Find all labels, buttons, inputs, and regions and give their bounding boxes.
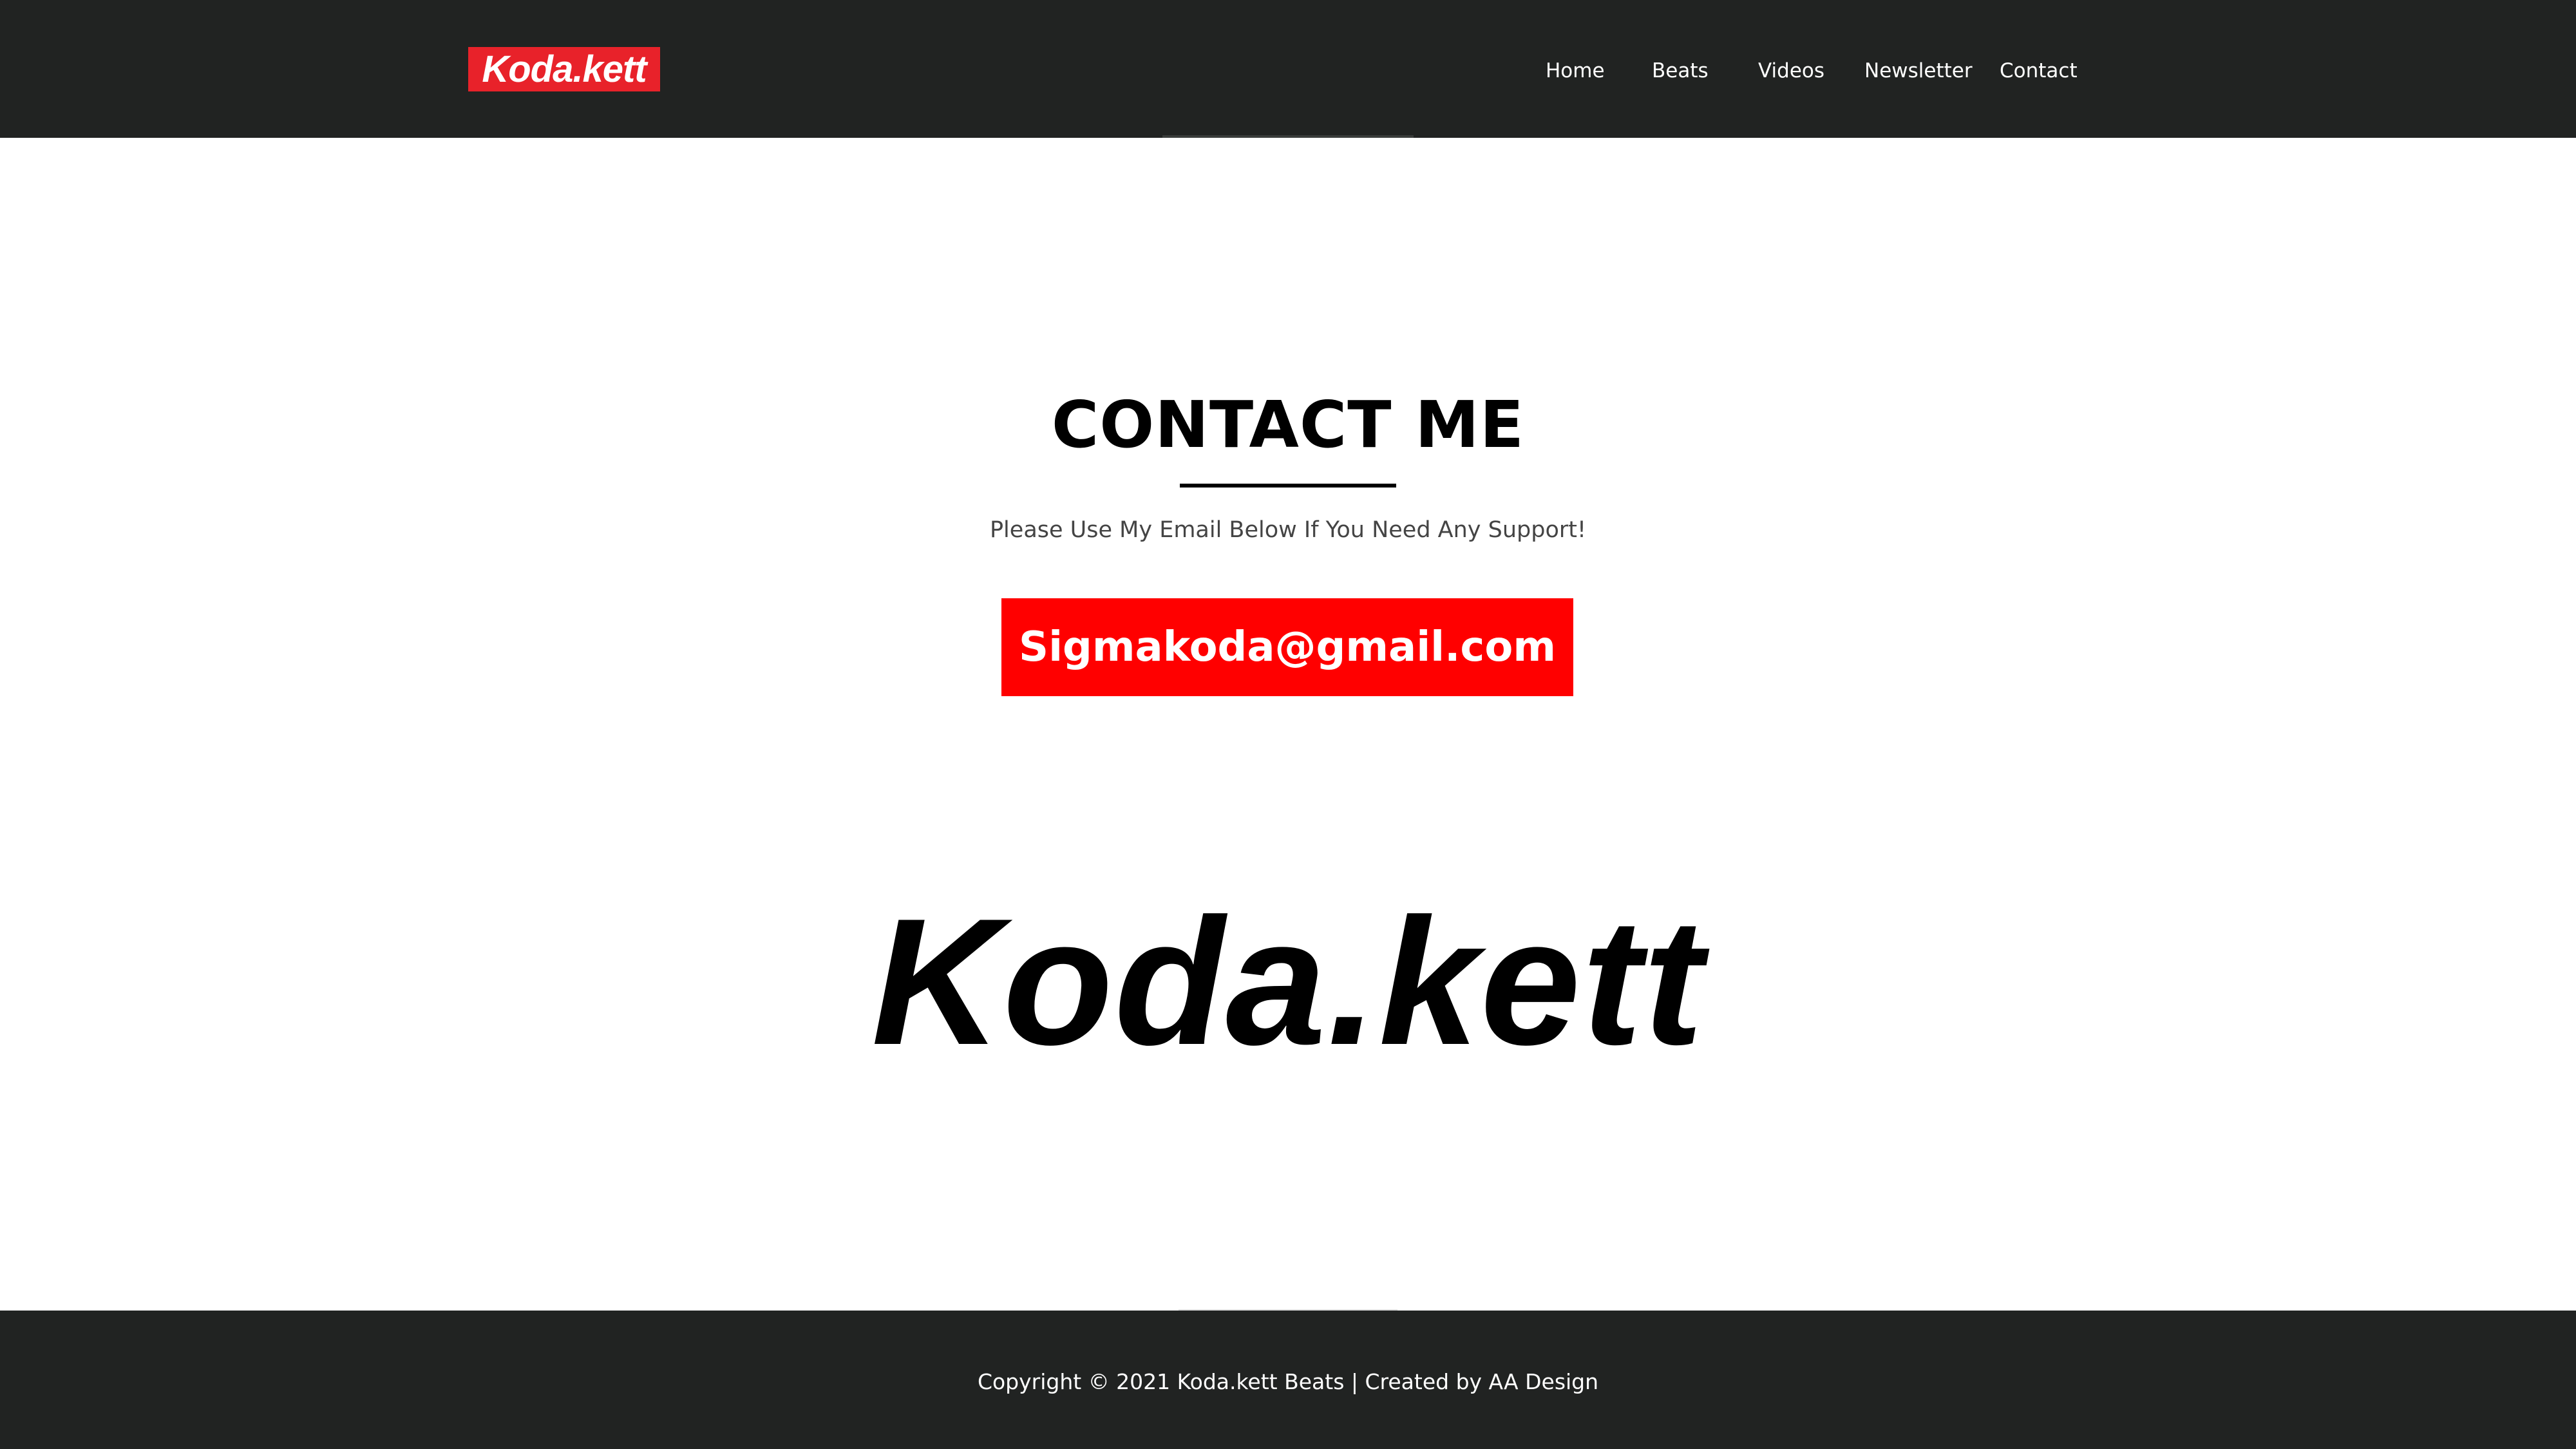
- email-button[interactable]: Sigmakoda@gmail.com: [1001, 598, 1573, 696]
- header-divider: [1162, 135, 1414, 138]
- footer-copyright: Copyright © 2021 Koda.kett Beats | Creat…: [977, 1369, 1599, 1394]
- nav-item-beats[interactable]: Beats: [1652, 57, 1709, 85]
- brand-logo: Koda.kett: [871, 882, 1705, 1083]
- page: Koda.kett Home Beats Videos Newsletter C…: [0, 0, 2576, 1449]
- site-header: Koda.kett Home Beats Videos Newsletter C…: [0, 0, 2576, 138]
- nav-item-newsletter[interactable]: Newsletter: [1864, 57, 1973, 85]
- title-divider: [1180, 484, 1396, 488]
- page-title: CONTACT ME: [1051, 387, 1525, 462]
- nav-item-videos[interactable]: Videos: [1758, 57, 1824, 85]
- contact-subtitle: Please Use My Email Below If You Need An…: [989, 517, 1587, 543]
- nav-item-contact[interactable]: Contact: [2000, 57, 2078, 85]
- main-nav: Home Beats Videos Newsletter Contact: [0, 0, 2576, 138]
- nav-item-home[interactable]: Home: [1546, 57, 1605, 85]
